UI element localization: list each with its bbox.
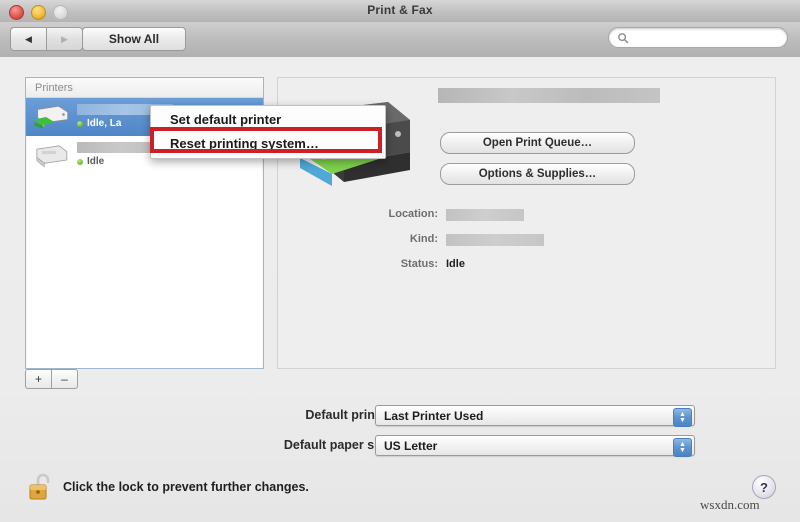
default-paper-size-row: Default paper size: US Letter ▲ ▼	[45, 435, 745, 457]
printer-status-label: Idle	[87, 155, 105, 167]
search-field[interactable]	[608, 27, 788, 48]
detail-row-status: Status: Idle	[278, 258, 775, 272]
forward-arrow-icon: ▶	[61, 33, 68, 44]
context-menu-item-reset-printing-system[interactable]: Reset printing system…	[151, 131, 385, 155]
window-titlebar: Print & Fax	[0, 0, 800, 23]
chevron-updown-icon: ▲ ▼	[673, 438, 692, 457]
default-paper-size-select[interactable]: US Letter ▲ ▼	[375, 435, 695, 457]
options-and-supplies-button[interactable]: Options & Supplies…	[440, 163, 635, 185]
kind-label: Kind:	[409, 233, 438, 245]
unlocked-padlock-icon[interactable]	[28, 472, 54, 502]
add-printer-button[interactable]: +	[25, 369, 51, 389]
open-print-queue-button[interactable]: Open Print Queue…	[440, 132, 635, 154]
remove-printer-button[interactable]: –	[51, 369, 78, 389]
status-dot-icon	[77, 159, 83, 165]
watermark: wsxdn.com	[700, 497, 760, 512]
help-button[interactable]: ?	[752, 475, 776, 499]
lock-hint-text: Click the lock to prevent further change…	[63, 480, 309, 494]
status-dot-icon	[77, 121, 83, 127]
print-and-fax-window: Print & Fax ◀ ▶ Show All Printers Idle, …	[0, 0, 800, 522]
back-button[interactable]: ◀	[10, 27, 46, 51]
default-paper-size-label: Default paper size:	[283, 438, 395, 452]
printer-icon	[36, 145, 68, 168]
search-icon	[618, 32, 629, 43]
default-printer-select[interactable]: Last Printer Used ▲ ▼	[375, 405, 695, 427]
default-printer-value: Last Printer Used	[384, 408, 484, 423]
default-printer-label: Default printer:	[305, 408, 395, 422]
printer-status-label: Idle, La	[87, 117, 122, 129]
location-label: Location:	[388, 208, 439, 220]
chevron-updown-icon: ▲ ▼	[673, 408, 692, 427]
toolbar: ◀ ▶ Show All	[0, 22, 800, 58]
window-title: Print & Fax	[367, 3, 433, 17]
status-value: Idle	[446, 258, 465, 270]
context-menu[interactable]: Set default printer Reset printing syste…	[150, 105, 386, 159]
default-paper-size-value: US Letter	[384, 438, 438, 453]
preference-pane-content: Printers Idle, La Idle + – Open Print Qu…	[0, 57, 800, 522]
printer-icon	[34, 105, 69, 129]
detail-printer-name-redacted	[438, 88, 660, 103]
kind-value-redacted	[446, 234, 544, 246]
back-arrow-icon: ◀	[25, 33, 32, 44]
forward-button[interactable]: ▶	[46, 27, 83, 51]
default-printer-row: Default printer: Last Printer Used ▲ ▼	[45, 405, 745, 427]
printer-list-controls: + –	[25, 369, 78, 389]
location-value-redacted	[446, 209, 524, 221]
detail-row-location: Location:	[278, 208, 775, 222]
lock-area[interactable]: Click the lock to prevent further change…	[28, 472, 309, 502]
context-menu-item-set-default-printer[interactable]: Set default printer	[151, 107, 385, 131]
navigation-buttons: ◀ ▶	[10, 27, 83, 51]
detail-row-kind: Kind:	[278, 233, 775, 247]
show-all-button[interactable]: Show All	[82, 27, 186, 51]
printer-list-header: Printers	[26, 78, 263, 98]
status-label: Status:	[400, 258, 438, 270]
